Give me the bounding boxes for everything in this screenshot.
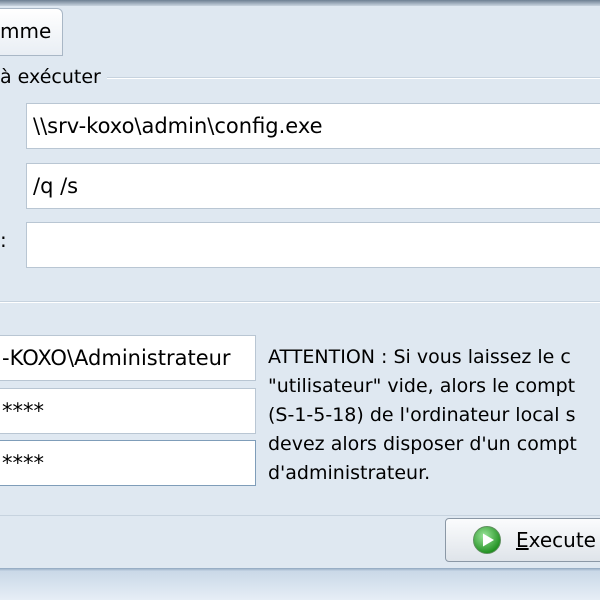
tab-label: mme bbox=[0, 19, 52, 43]
password-value: **** bbox=[2, 398, 44, 423]
warning-line: "utilisateur" vide, alors le compt bbox=[268, 375, 576, 397]
password-input[interactable]: **** bbox=[0, 388, 256, 434]
arguments-value: /q /s bbox=[33, 173, 79, 198]
bottom-separator bbox=[0, 515, 600, 516]
warning-line: ATTENTION : Si vous laissez le c bbox=[268, 346, 571, 368]
warning-line: devez alors disposer d'un compt bbox=[268, 433, 577, 455]
username-value: -KOXO\Administrateur bbox=[2, 345, 231, 370]
execute-button[interactable]: Execute bbox=[445, 518, 600, 562]
program-path-input[interactable]: \\srv-koxo\admin\config.exe bbox=[26, 103, 600, 149]
play-icon bbox=[473, 526, 501, 554]
window-top-edge bbox=[0, 0, 600, 6]
arguments-input[interactable]: /q /s bbox=[26, 163, 600, 209]
working-directory-input[interactable] bbox=[26, 222, 600, 268]
program-path-value: \\srv-koxo\admin\config.exe bbox=[33, 113, 323, 138]
group-legend-program: à exécuter bbox=[0, 66, 107, 88]
warning-text: ATTENTION : Si vous laissez le c "utilis… bbox=[268, 343, 600, 488]
execute-button-label: Execute bbox=[516, 528, 596, 552]
window-bottom-edge bbox=[0, 568, 600, 600]
username-input[interactable]: -KOXO\Administrateur bbox=[0, 335, 256, 381]
password-confirm-value: **** bbox=[2, 450, 44, 475]
warning-line: (S-1-5-18) de l'ordinateur local s bbox=[268, 404, 576, 426]
group-border-credentials bbox=[0, 301, 600, 303]
field3-label: : bbox=[0, 228, 7, 252]
password-confirm-input[interactable]: **** bbox=[0, 440, 256, 486]
warning-line: d'administrateur. bbox=[268, 462, 431, 484]
